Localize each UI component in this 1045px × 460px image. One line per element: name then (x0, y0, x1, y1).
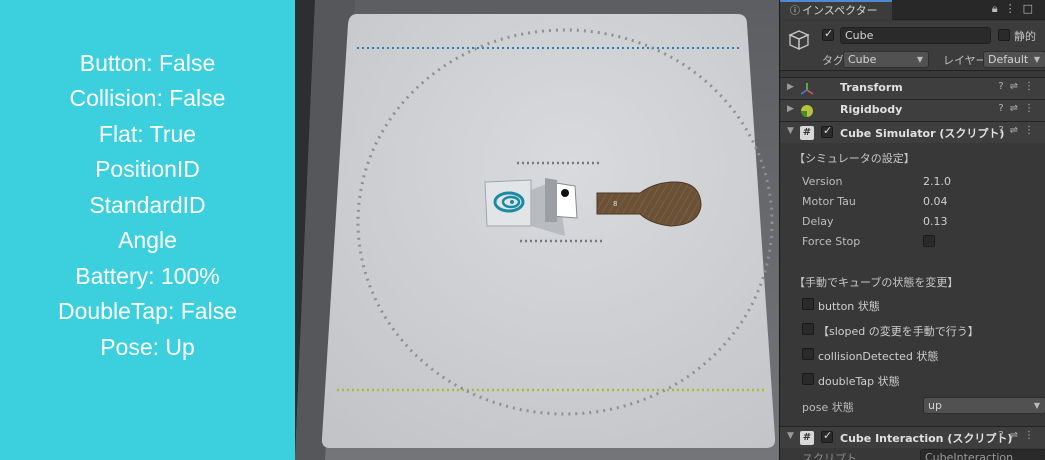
prop-delay-value: 0.13 (923, 215, 948, 228)
simulator-settings-title: 【シミュレータの設定】 (794, 152, 915, 165)
menu-dots-icon[interactable]: ⋮ (1005, 2, 1023, 15)
status-flat: Flat: True (98, 121, 197, 147)
simulator-enabled-checkbox[interactable] (821, 124, 833, 138)
cube-status-panel: Button: False Collision: False Flat: Tru… (0, 0, 295, 460)
inspector-panel: ⓘインスペクター 🔒︎⋮□ Cube 静的 タグ Cube ▼ レイヤー Def… (779, 0, 1045, 460)
collision-state-checkbox[interactable] (802, 348, 814, 360)
scene-viewport[interactable]: 8 (295, 0, 779, 460)
prop-version-label: Version (802, 175, 843, 188)
manual-state-title: 【手動でキューブの状態を変更】 (794, 276, 959, 289)
double-tap-state-checkbox[interactable] (802, 373, 814, 385)
component-menu-icons[interactable]: ?⇌⋮ (998, 125, 1040, 136)
lock-icon[interactable]: 🔒︎ (992, 2, 1005, 15)
script-field-value[interactable]: CubeInteraction (920, 449, 1045, 460)
script-field-label: スクリプト (802, 452, 857, 460)
scene-render: 8 (295, 0, 779, 460)
object-name-field[interactable]: Cube (840, 27, 991, 44)
maximize-icon[interactable]: □ (1023, 2, 1040, 15)
prop-motor-tau-label: Motor Tau (802, 195, 856, 208)
tag-label: タグ (822, 54, 844, 67)
layer-dropdown[interactable]: Default ▼ (983, 51, 1045, 68)
button-state-checkbox[interactable] (802, 298, 814, 310)
status-standard-id: StandardID (89, 192, 206, 218)
prop-version-value: 2.1.0 (923, 175, 951, 188)
component-menu-icons[interactable]: ?⇌⋮ (998, 103, 1040, 114)
fold-arrow-icon[interactable]: ▼ (787, 126, 794, 136)
info-icon: ⓘ (790, 6, 800, 17)
force-stop-checkbox[interactable] (923, 235, 935, 247)
prop-force-stop-label: Force Stop (802, 235, 861, 248)
inspector-tab-bar: ⓘ インスペクター 🔒︎⋮□ (780, 0, 1045, 20)
chevron-down-icon: ▼ (916, 55, 923, 64)
prop-delay-label: Delay (802, 215, 834, 228)
tab-window-controls[interactable]: 🔒︎⋮□ (992, 2, 1040, 16)
fold-arrow-icon[interactable]: ▶ (787, 104, 794, 114)
status-double-tap: DoubleTap: False (58, 298, 237, 324)
double-tap-state-label: doubleTap 状態 (818, 375, 900, 388)
sloped-manual-label: 【sloped の変更を手動で行う】 (818, 325, 979, 338)
status-battery: Battery: 100% (75, 263, 220, 289)
script-icon: # (800, 431, 814, 445)
gameobject-cube-icon (788, 30, 810, 51)
button-state-label: button 状態 (818, 300, 880, 313)
transform-icon (800, 83, 814, 95)
static-label: 静的 (1014, 30, 1036, 43)
component-rigidbody[interactable]: ▶ Rigidbody ?⇌⋮ (780, 99, 1045, 121)
prop-motor-tau-value: 0.04 (923, 195, 948, 208)
pose-state-label: pose 状態 (802, 401, 854, 414)
component-menu-icons[interactable]: ?⇌⋮ (998, 81, 1040, 92)
pose-state-dropdown[interactable]: up ▼ (923, 397, 1045, 414)
chevron-down-icon: ▼ (1033, 401, 1040, 410)
status-angle: Angle (118, 227, 177, 253)
object-header: Cube 静的 タグ Cube ▼ レイヤー Default ▼ (780, 21, 1045, 71)
tab-inspector[interactable]: ⓘ インスペクター (780, 0, 892, 20)
sloped-manual-checkbox[interactable] (802, 323, 814, 335)
component-cube-interaction[interactable]: ▼ # Cube Interaction (スクリプト) ?⇌⋮ (780, 426, 1045, 448)
status-pose: Pose: Up (100, 334, 195, 360)
layer-label: レイヤー (943, 54, 987, 67)
chevron-down-icon: ▼ (1033, 55, 1040, 64)
component-menu-icons[interactable]: ?⇌⋮ (998, 430, 1040, 441)
collision-state-label: collisionDetected 状態 (818, 350, 939, 363)
interaction-enabled-checkbox[interactable] (821, 429, 833, 443)
component-transform[interactable]: ▶ Transform ?⇌⋮ (780, 77, 1045, 99)
fold-arrow-icon[interactable]: ▶ (787, 82, 794, 92)
rigidbody-icon (801, 105, 813, 117)
component-cube-simulator[interactable]: ▼ # Cube Simulator (スクリプト) ?⇌⋮ (780, 121, 1045, 143)
status-collision: Collision: False (69, 85, 226, 111)
script-icon: # (800, 126, 814, 140)
status-button: Button: False (79, 50, 216, 76)
active-checkbox[interactable] (822, 27, 834, 41)
static-checkbox[interactable] (998, 29, 1010, 41)
svg-text:8: 8 (613, 200, 617, 208)
status-position-id: PositionID (95, 156, 200, 182)
fold-arrow-icon[interactable]: ▼ (787, 431, 794, 441)
tag-dropdown[interactable]: Cube ▼ (843, 51, 929, 68)
